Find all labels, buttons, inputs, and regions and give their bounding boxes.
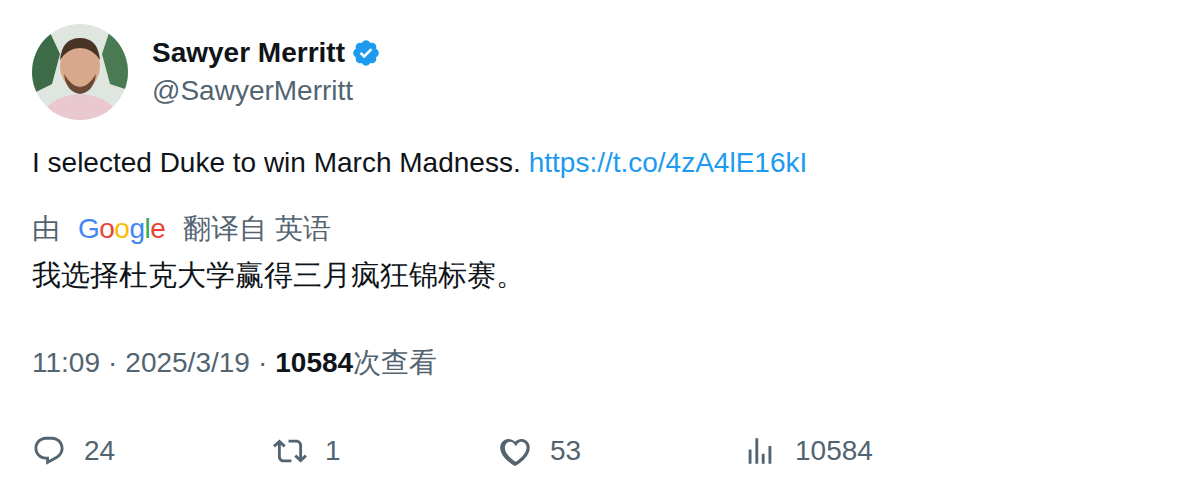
reply-count: 24 — [84, 434, 115, 468]
views-icon — [743, 434, 777, 468]
tweet-body: I selected Duke to win March Madness. — [32, 146, 521, 180]
like-count: 53 — [550, 434, 581, 468]
views-number: 10584 — [275, 346, 353, 380]
reply-button[interactable]: 24 — [32, 434, 273, 468]
action-bar: 24 1 53 10584 — [32, 434, 1164, 468]
translated-text: 我选择杜克大学赢得三月疯狂锦标赛。 — [32, 256, 1164, 294]
separator: · — [258, 346, 267, 380]
like-icon — [498, 434, 532, 468]
tweet-time[interactable]: 11:09 — [32, 346, 100, 380]
avatar[interactable] — [32, 24, 128, 120]
views-button[interactable]: 10584 — [743, 434, 873, 468]
verified-badge-icon — [351, 38, 381, 68]
google-logo[interactable]: Google — [78, 212, 165, 246]
view-count: 10584次查看 — [275, 346, 437, 380]
views-count: 10584 — [795, 434, 873, 468]
tweet-text: I selected Duke to win March Madness.htt… — [32, 146, 1164, 180]
like-button[interactable]: 53 — [498, 434, 743, 468]
views-label: 次查看 — [353, 346, 437, 380]
author-handle[interactable]: @SawyerMerritt — [152, 74, 381, 108]
translation-source: 翻译自 英语 — [183, 212, 331, 246]
retweet-icon — [273, 434, 307, 468]
translation-prefix: 由 — [32, 212, 60, 246]
tweet-link[interactable]: https://t.co/4zA4lE16kI — [529, 146, 808, 180]
translation-label: 由 Google 翻译自 英语 — [32, 212, 1164, 246]
reply-icon — [32, 434, 66, 468]
name-row: Sawyer Merritt — [152, 36, 381, 70]
retweet-count: 1 — [325, 434, 341, 468]
author-name[interactable]: Sawyer Merritt — [152, 36, 345, 70]
tweet-card: Sawyer Merritt @SawyerMerritt I selected D… — [0, 0, 1196, 468]
avatar-photo-icon — [32, 24, 128, 120]
tweet-header: Sawyer Merritt @SawyerMerritt — [32, 24, 1164, 120]
separator: · — [108, 346, 117, 380]
tweet-meta: 11:09·2025/3/19·10584次查看 — [32, 346, 1164, 380]
tweet-date[interactable]: 2025/3/19 — [125, 346, 250, 380]
author-info: Sawyer Merritt @SawyerMerritt — [152, 36, 381, 108]
retweet-button[interactable]: 1 — [273, 434, 498, 468]
